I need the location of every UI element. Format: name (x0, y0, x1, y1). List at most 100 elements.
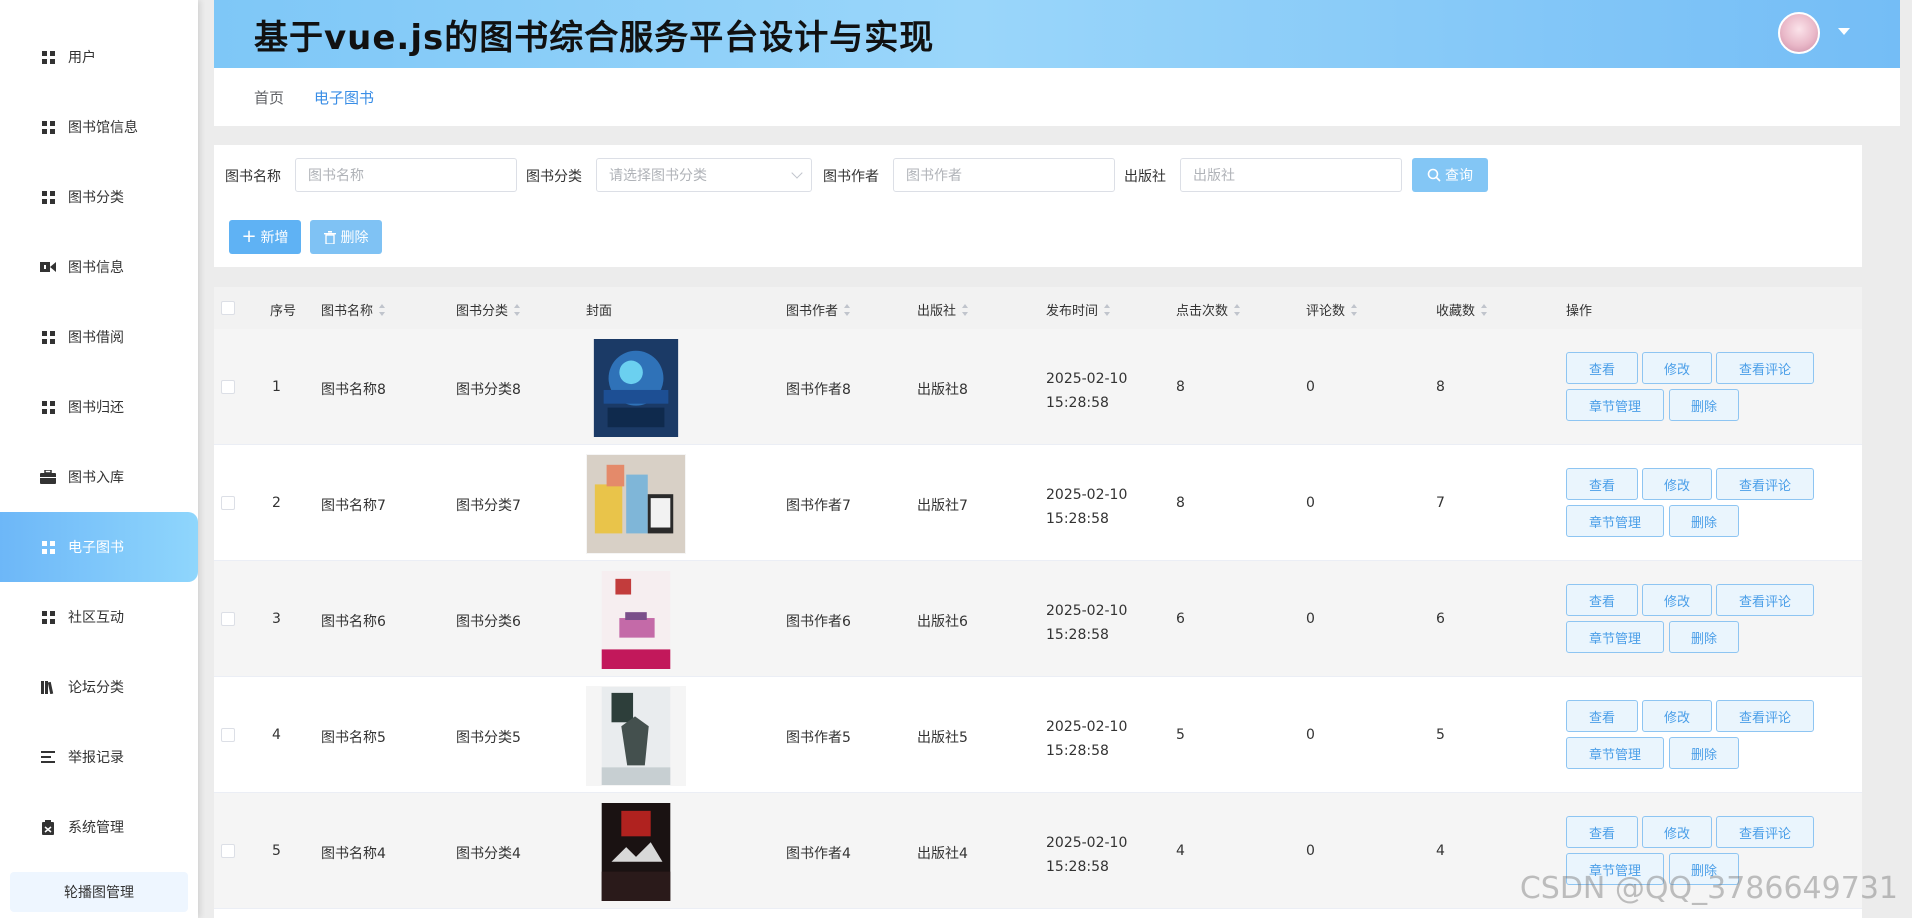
bookshelf-icon (40, 679, 56, 695)
table-row: 1 图书名称8 图书分类8 图书作者8 出版社8 2025-02-10 15:2… (214, 329, 1862, 445)
column-category[interactable]: 图书分类 (456, 300, 521, 319)
author-input[interactable]: 图书作者 (893, 158, 1115, 192)
row-delete-button[interactable]: 删除 (1669, 737, 1739, 769)
column-time[interactable]: 发布时间 (1046, 300, 1111, 319)
view-comments-button[interactable]: 查看评论 (1716, 468, 1814, 500)
sidebar-item-book-return[interactable]: 图书归还 (0, 372, 198, 442)
book-cover (586, 570, 686, 670)
cell-index: 1 (272, 379, 281, 395)
row-checkbox[interactable] (221, 728, 235, 742)
row-checkbox[interactable] (221, 844, 235, 858)
cell-comments: 0 (1306, 727, 1315, 743)
row-delete-button[interactable]: 删除 (1669, 621, 1739, 653)
grid-icon (40, 609, 56, 625)
view-button[interactable]: 查看 (1566, 468, 1638, 500)
avatar[interactable] (1778, 12, 1820, 54)
edit-button[interactable]: 修改 (1642, 468, 1712, 500)
edit-button[interactable]: 修改 (1642, 816, 1712, 848)
sidebar-item-book-borrow[interactable]: 图书借阅 (0, 302, 198, 372)
cell-name: 图书名称6 (321, 614, 386, 630)
chapters-button[interactable]: 章节管理 (1566, 737, 1664, 769)
name-input[interactable]: 图书名称 (295, 158, 517, 192)
sort-icon (514, 303, 521, 316)
sidebar-item-library-info[interactable]: 图书馆信息 (0, 92, 198, 162)
cell-publisher: 出版社6 (917, 614, 968, 630)
book-cover (586, 454, 686, 554)
column-favorites[interactable]: 收藏数 (1436, 300, 1488, 319)
table-header: 序号 图书名称 图书分类 封面 图书作者 出版社 发布时间 点击次数 评论数 收… (214, 287, 1862, 329)
sidebar-item-system-management[interactable]: 系统管理 (0, 792, 198, 862)
query-button[interactable]: 查询 (1412, 158, 1488, 192)
row-delete-button[interactable]: 删除 (1669, 389, 1739, 421)
category-select[interactable]: 请选择图书分类 (596, 158, 812, 192)
column-clicks-label: 点击次数 (1176, 304, 1229, 319)
sidebar-subitem-carousel[interactable]: 轮播图管理 (10, 872, 188, 912)
cell-author: 图书作者5 (786, 730, 851, 746)
cell-comments: 0 (1306, 379, 1315, 395)
row-delete-button[interactable]: 删除 (1669, 505, 1739, 537)
search-panel: 图书名称 图书名称 图书分类 请选择图书分类 图书作者 图书作者 出版社 出版社… (214, 145, 1862, 267)
cell-index: 2 (272, 495, 281, 511)
chevron-down-icon[interactable] (1838, 28, 1850, 35)
cell-favorites: 8 (1436, 379, 1445, 395)
sidebar-item-label: 图书入库 (68, 470, 124, 486)
view-comments-button[interactable]: 查看评论 (1716, 816, 1814, 848)
cell-time: 2025-02-10 15:28:58 (1046, 835, 1128, 875)
view-button[interactable]: 查看 (1566, 816, 1638, 848)
category-select-placeholder: 请选择图书分类 (609, 168, 707, 184)
row-checkbox[interactable] (221, 380, 235, 394)
chapters-button[interactable]: 章节管理 (1566, 505, 1664, 537)
sidebar-item-users[interactable]: 用户 (0, 22, 198, 92)
sidebar-item-report-records[interactable]: 举报记录 (0, 722, 198, 792)
sidebar-item-book-stock[interactable]: 图书入库 (0, 442, 198, 512)
chapters-button[interactable]: 章节管理 (1566, 389, 1664, 421)
edit-button[interactable]: 修改 (1642, 700, 1712, 732)
column-author[interactable]: 图书作者 (786, 300, 851, 319)
column-name[interactable]: 图书名称 (321, 300, 386, 319)
view-button[interactable]: 查看 (1566, 584, 1638, 616)
view-comments-button[interactable]: 查看评论 (1716, 700, 1814, 732)
edit-button[interactable]: 修改 (1642, 584, 1712, 616)
sidebar-item-book-info[interactable]: 图书信息 (0, 232, 198, 302)
cell-comments: 0 (1306, 843, 1315, 859)
add-button[interactable]: + 新增 (229, 220, 301, 254)
publisher-input[interactable]: 出版社 (1180, 158, 1402, 192)
category-label: 图书分类 (526, 169, 582, 185)
author-label: 图书作者 (823, 169, 879, 185)
cell-time: 2025-02-10 15:28:58 (1046, 719, 1128, 759)
row-checkbox[interactable] (221, 612, 235, 626)
grid-icon (40, 329, 56, 345)
edit-button[interactable]: 修改 (1642, 352, 1712, 384)
chevron-down-icon (791, 167, 803, 179)
table-row: 2 图书名称7 图书分类7 图书作者7 出版社7 2025-02-10 15:2… (214, 445, 1862, 561)
row-checkbox[interactable] (221, 496, 235, 510)
select-all-checkbox[interactable] (221, 301, 235, 315)
column-publisher[interactable]: 出版社 (917, 300, 969, 319)
view-button[interactable]: 查看 (1566, 352, 1638, 384)
app-header: 基于vue.js的图书综合服务平台设计与实现 (214, 0, 1900, 68)
cell-author: 图书作者7 (786, 498, 851, 514)
cell-category: 图书分类4 (456, 846, 521, 862)
breadcrumb-current[interactable]: 电子图书 (314, 87, 374, 108)
sidebar-item-forum-category[interactable]: 论坛分类 (0, 652, 198, 722)
column-clicks[interactable]: 点击次数 (1176, 300, 1241, 319)
sidebar-item-community[interactable]: 社区互动 (0, 582, 198, 652)
breadcrumb: 首页 电子图书 (214, 68, 1900, 126)
ebook-table: 序号 图书名称 图书分类 封面 图书作者 出版社 发布时间 点击次数 评论数 收… (214, 287, 1862, 918)
cell-category: 图书分类8 (456, 382, 521, 398)
sidebar-item-book-category[interactable]: 图书分类 (0, 162, 198, 232)
cell-time: 2025-02-10 15:28:58 (1046, 371, 1128, 411)
view-comments-button[interactable]: 查看评论 (1716, 584, 1814, 616)
view-button[interactable]: 查看 (1566, 700, 1638, 732)
breadcrumb-home[interactable]: 首页 (254, 87, 284, 108)
cell-publisher: 出版社4 (917, 846, 968, 862)
column-comments[interactable]: 评论数 (1306, 300, 1358, 319)
view-comments-button[interactable]: 查看评论 (1716, 352, 1814, 384)
chapters-button[interactable]: 章节管理 (1566, 621, 1664, 653)
sort-icon (1351, 303, 1358, 316)
cell-publisher: 出版社8 (917, 382, 968, 398)
delete-button[interactable]: 删除 (310, 220, 382, 254)
sidebar-item-label: 举报记录 (68, 750, 124, 766)
sidebar-item-ebooks[interactable]: 电子图书 (0, 512, 198, 582)
cell-time: 2025-02-10 15:28:58 (1046, 487, 1128, 527)
